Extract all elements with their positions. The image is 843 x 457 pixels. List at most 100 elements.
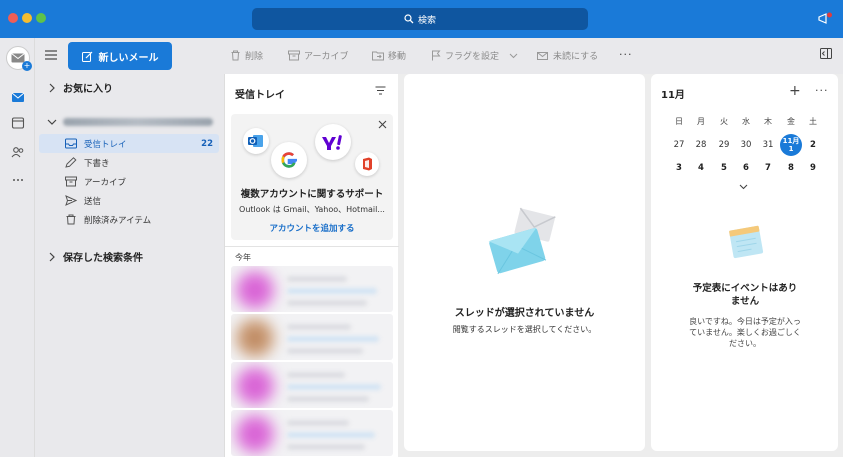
yahoo-icon <box>322 135 342 150</box>
weekday-sat: 土 <box>809 117 817 126</box>
move-button[interactable]: 移動 <box>372 49 406 62</box>
account-avatar[interactable]: + <box>6 46 32 71</box>
folder-archive-label: アーカイブ <box>84 177 126 188</box>
calendar-day[interactable]: 27 <box>668 140 690 150</box>
more-apps-icon[interactable] <box>10 172 26 188</box>
trash-icon <box>231 50 240 61</box>
calendar-day[interactable]: 7 <box>757 163 779 173</box>
archive-icon <box>65 176 77 187</box>
folder-inbox[interactable]: 受信トレイ 22 <box>39 134 219 153</box>
title-bar: 検索 <box>0 0 843 38</box>
add-account-link[interactable]: アカウントを追加する <box>231 222 393 234</box>
toolbar-more-button[interactable]: ··· <box>619 48 633 61</box>
account-section[interactable] <box>47 117 213 127</box>
close-window-button[interactable] <box>8 13 18 23</box>
list-item[interactable] <box>231 266 393 312</box>
hamburger-menu-icon[interactable] <box>44 49 58 61</box>
calendar-day[interactable]: 2 <box>802 140 824 150</box>
calendar-empty-subtitle: 良いですね。今日は予定が入っ ていません。楽しくお過ごしく ださい。 <box>675 316 815 349</box>
reading-pane: スレッドが選択されていません 閲覧するスレッドを選択してください。 <box>404 74 645 451</box>
inbox-icon <box>65 138 77 149</box>
avatar <box>235 414 275 454</box>
folder-deleted[interactable]: 削除済みアイテム <box>39 210 219 229</box>
multi-account-promo: 複数アカウントに関するサポート Outlook は Gmail、Yahoo、Ho… <box>231 114 393 240</box>
minimize-window-button[interactable] <box>22 13 32 23</box>
calendar-empty-title: 予定表にイベントはあり ません <box>665 282 825 308</box>
folder-inbox-label: 受信トレイ <box>84 139 127 150</box>
calendar-day[interactable]: 8 <box>780 163 802 173</box>
calendar-day[interactable]: 3 <box>668 163 690 173</box>
list-item[interactable] <box>231 362 393 408</box>
today-month-label: 11月 <box>782 137 800 145</box>
app-rail: + <box>0 38 35 457</box>
notepad-illustration <box>729 225 764 259</box>
flag-button[interactable]: フラグを設定 <box>431 49 518 62</box>
folder-sent-label: 送信 <box>84 196 102 207</box>
folder-drafts[interactable]: 下書き <box>39 153 219 172</box>
search-bar[interactable]: 検索 <box>252 8 588 30</box>
megaphone-icon[interactable] <box>817 11 833 27</box>
weekday-fri: 金 <box>787 117 795 126</box>
filter-icon[interactable] <box>375 86 386 95</box>
empty-state-title: スレッドが選択されていません <box>454 308 595 319</box>
favorites-label: お気に入り <box>63 84 113 95</box>
redacted-subject <box>287 336 379 342</box>
move-folder-icon <box>372 51 384 61</box>
mark-unread-button[interactable]: 未読にする <box>537 49 598 62</box>
delete-button[interactable]: 削除 <box>230 49 263 62</box>
chevron-down-icon[interactable] <box>739 184 748 190</box>
calendar-empty-sub-line1: 良いですね。今日は予定が入っ <box>689 317 801 326</box>
list-item[interactable] <box>231 314 393 360</box>
calendar-day[interactable]: 6 <box>735 163 757 173</box>
today-day-label: 1 <box>788 145 794 153</box>
avatar <box>235 366 275 406</box>
saved-searches-section[interactable]: 保存した検索条件 <box>47 249 143 264</box>
archive-button[interactable]: アーカイブ <box>288 49 348 62</box>
outlook-icon <box>248 135 263 147</box>
pane-toggle-icon[interactable] <box>820 48 832 59</box>
favorites-section[interactable]: お気に入り <box>47 80 113 95</box>
redacted-sender <box>287 324 351 330</box>
mark-unread-icon <box>537 52 548 60</box>
weekday-tue: 火 <box>720 117 728 126</box>
calendar-empty-title-line2: ません <box>730 296 760 307</box>
compose-icon <box>81 51 92 62</box>
folder-sent[interactable]: 送信 <box>39 191 219 210</box>
redacted-preview <box>287 300 367 306</box>
flag-label: フラグを設定 <box>445 52 500 62</box>
redacted-sender <box>287 372 345 378</box>
calendar-today[interactable]: 11月 1 <box>780 134 802 156</box>
zoom-window-button[interactable] <box>36 13 46 23</box>
chevron-down-icon[interactable] <box>509 53 518 59</box>
calendar-day[interactable]: 5 <box>713 163 735 173</box>
people-icon[interactable] <box>10 144 26 160</box>
calendar-icon[interactable] <box>10 115 26 131</box>
calendar-more-button[interactable]: ··· <box>815 84 829 97</box>
calendar-day[interactable]: 9 <box>802 163 824 173</box>
calendar-day[interactable]: 28 <box>690 140 712 150</box>
pencil-icon <box>65 157 77 168</box>
folder-drafts-label: 下書き <box>84 158 110 169</box>
delete-label: 削除 <box>245 52 264 62</box>
archive-label: アーカイブ <box>304 52 349 62</box>
add-account-icon: + <box>22 61 32 71</box>
redacted-preview <box>287 444 365 450</box>
year-group-header: 今年 <box>235 253 251 262</box>
redacted-subject <box>287 432 375 438</box>
empty-state-subtitle: 閲覧するスレッドを選択してください。 <box>452 325 597 334</box>
calendar-day[interactable]: 4 <box>690 163 712 173</box>
calendar-day[interactable]: 29 <box>713 140 735 150</box>
folder-archive[interactable]: アーカイブ <box>39 172 219 191</box>
weekday-sun: 日 <box>675 117 683 126</box>
google-logo <box>271 142 307 178</box>
list-item[interactable] <box>231 410 393 456</box>
calendar-day[interactable]: 31 <box>757 140 779 150</box>
new-mail-button[interactable]: 新しいメール <box>68 42 172 70</box>
calendar-empty-sub-line3: ださい。 <box>729 339 761 348</box>
calendar-day[interactable]: 30 <box>735 140 757 150</box>
add-event-button[interactable]: + <box>789 83 801 99</box>
close-icon[interactable] <box>378 120 387 129</box>
mail-icon[interactable] <box>10 89 26 105</box>
redacted-sender <box>287 276 347 282</box>
divider <box>225 246 399 247</box>
